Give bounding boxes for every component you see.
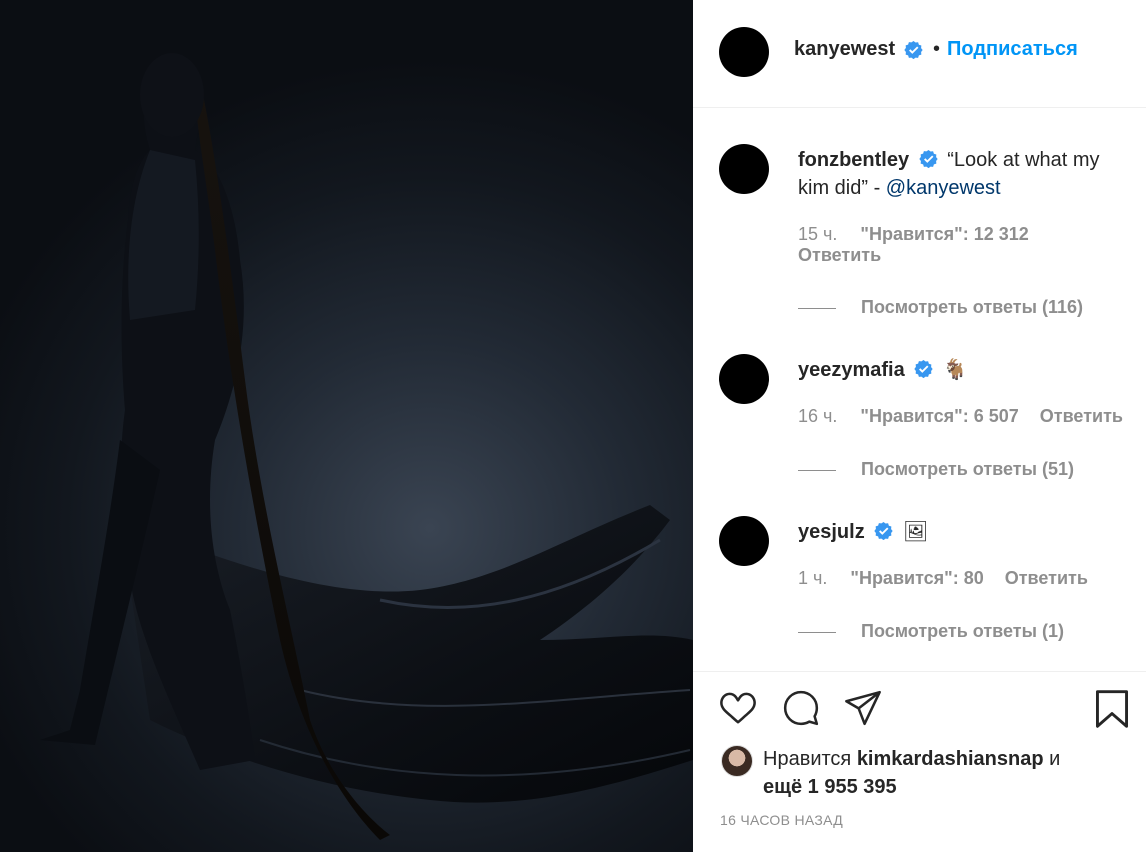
liker-username[interactable]: kimkardashiansnap <box>857 748 1044 770</box>
comment-avatar[interactable] <box>719 516 769 566</box>
verified-badge-icon <box>904 40 923 59</box>
heart-icon[interactable] <box>718 689 758 727</box>
post-photo-figure <box>40 53 693 840</box>
bookmark-icon[interactable] <box>1093 689 1131 729</box>
view-replies-label: Посмотреть ответы (116) <box>861 297 1083 317</box>
separator-dot: • <box>933 38 941 60</box>
replies-divider <box>798 469 836 471</box>
comment-avatar[interactable] <box>719 144 769 194</box>
likes-suffix: и <box>1043 748 1061 770</box>
comment-likes[interactable]: "Нравится": 80 <box>850 568 983 588</box>
post-image[interactable] <box>0 0 693 852</box>
view-replies-button[interactable]: Посмотреть ответы (51) <box>798 459 1074 480</box>
view-replies-label: Посмотреть ответы (1) <box>861 621 1064 641</box>
view-replies-button[interactable]: Посмотреть ответы (1) <box>798 621 1064 642</box>
replies-divider <box>798 307 836 309</box>
verified-badge-icon <box>919 149 938 168</box>
comment-body: 🐐 <box>942 359 968 381</box>
comment-text: yeezymafia 🐐 <box>798 356 1128 384</box>
comment-time[interactable]: 15 ч. <box>798 224 837 244</box>
comment-mention[interactable]: @kanyewest <box>886 177 1001 199</box>
likes-text: Нравится kimkardashiansnap и ещё 1 955 3… <box>763 745 1093 801</box>
comment-reply-row: Ответить <box>798 245 881 266</box>
view-replies-button[interactable]: Посмотреть ответы (116) <box>798 297 1083 318</box>
comment-likes[interactable]: "Нравится": 12 312 <box>860 224 1028 244</box>
view-replies-label: Посмотреть ответы (51) <box>861 459 1074 479</box>
comment-username[interactable]: yesjulz <box>798 521 865 543</box>
send-icon[interactable] <box>843 689 883 727</box>
comment-meta: 16 ч. "Нравится": 6 507 Ответить <box>798 406 1123 427</box>
comment-meta: 1 ч. "Нравится": 80 Ответить <box>798 568 1088 589</box>
liker-avatar[interactable] <box>721 745 753 777</box>
post-actions: Нравится kimkardashiansnap и ещё 1 955 3… <box>693 671 1146 852</box>
post-timestamp[interactable]: 16 ЧАСОВ НАЗАД <box>720 812 843 828</box>
author-avatar[interactable] <box>719 27 769 77</box>
reply-button[interactable]: Ответить <box>798 245 881 265</box>
reply-button[interactable]: Ответить <box>1005 568 1088 588</box>
likes-prefix: Нравится <box>763 748 857 770</box>
follow-button[interactable]: Подписаться <box>947 38 1078 61</box>
comment-time[interactable]: 1 ч. <box>798 568 827 588</box>
comment-meta: 15 ч. "Нравится": 12 312 <box>798 224 1029 245</box>
comment-username[interactable]: yeezymafia <box>798 359 905 381</box>
comment-likes[interactable]: "Нравится": 6 507 <box>860 406 1018 426</box>
comment-avatar[interactable] <box>719 354 769 404</box>
verified-badge-icon <box>874 521 893 540</box>
comment-icon[interactable] <box>781 689 821 727</box>
post-sidebar: kanyewest • Подписаться fonzbentley “Loo… <box>693 0 1146 852</box>
replies-divider <box>798 631 836 633</box>
comment-body: 🖼 <box>902 521 929 543</box>
likes-others[interactable]: ещё 1 955 395 <box>763 776 897 798</box>
comment-text: fonzbentley “Look at what my kim did” - … <box>798 146 1128 202</box>
comment-text: yesjulz 🖼 <box>798 518 1128 546</box>
reply-button[interactable]: Ответить <box>1040 406 1123 426</box>
comment-username[interactable]: fonzbentley <box>798 149 909 171</box>
author-username[interactable]: kanyewest <box>794 38 895 61</box>
post-header: kanyewest • Подписаться <box>693 0 1146 108</box>
comment-time[interactable]: 16 ч. <box>798 406 837 426</box>
verified-badge-icon <box>914 359 933 378</box>
